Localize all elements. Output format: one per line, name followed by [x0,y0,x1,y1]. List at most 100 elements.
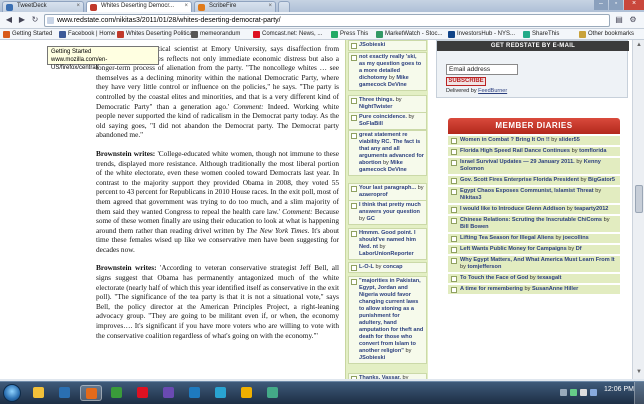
diary-title[interactable]: Florida High Speed Rail Dance Continues [460,148,570,154]
taskbar-app-icon[interactable] [210,385,232,401]
bookmark-press-this[interactable]: Press This [330,30,368,39]
diary-author[interactable]: Bill Bowen [460,224,489,230]
start-button[interactable] [3,384,21,402]
taskbar-app-icon[interactable] [106,385,128,401]
forward-arrow-icon[interactable]: ▶ [16,14,28,26]
diary-title[interactable]: Israel Survival Updates — 29 January 201… [460,159,575,165]
diary-author[interactable]: SusanAnne Hiller [532,286,578,292]
close-icon[interactable]: × [184,3,188,9]
diary-title[interactable]: Women in Combat ? Bring It On !! [460,137,550,143]
comment-item[interactable]: "majorities in Pakistan, Egypt, Jordan a… [348,276,427,364]
comment-item[interactable]: great statement re viability RC. The fac… [348,130,427,176]
show-desktop-button[interactable] [634,382,644,404]
diary-author[interactable]: tomjefferson [467,264,501,270]
diary-author[interactable]: teaparty2012 [574,206,608,212]
comment-title[interactable]: Your last paragraph... [359,185,416,191]
taskbar-app-icon[interactable] [54,385,76,401]
diary-item[interactable]: Israel Survival Updates — 29 January 201… [448,158,620,174]
comment-item[interactable]: I think that pretty much answers your qu… [348,200,427,225]
bookmark-sharethis[interactable]: ShareThis [522,30,559,39]
bookmark-comcast[interactable]: Comcast.net: News, ... [252,30,322,39]
scroll-down-icon[interactable]: ▼ [635,369,643,377]
taskbar-app-icon[interactable] [28,385,50,401]
wrench-menu-icon[interactable]: ⚙ [627,14,639,26]
address-bar[interactable]: www.redstate.com/nikitas3/2011/01/28/whi… [44,14,610,27]
page-menu-icon[interactable]: ▤ [613,14,625,26]
comment-title[interactable]: I think that pretty much answers your qu… [359,202,421,215]
bookmark-memeorandum[interactable]: memeorandum [190,30,240,39]
taskbar-app-icon[interactable] [184,385,206,401]
comment-author[interactable]: JSobieski [359,42,385,48]
bookmark-getting-started[interactable]: Getting Started [2,30,52,39]
comment-author[interactable]: LaborUnionReporter [359,251,414,257]
scroll-thumb[interactable] [635,185,643,213]
diary-item[interactable]: I would like to Introduce Glenn Addison … [448,205,620,214]
bookmark-whites-deserting[interactable]: Whites Deserting Politica... [116,30,198,39]
back-arrow-icon[interactable]: ◀ [3,14,15,26]
diary-item[interactable]: Gov. Scott Fires Enterprise Florida Pres… [448,176,620,185]
reload-icon[interactable]: ↻ [29,14,41,26]
comment-author[interactable]: concap [383,264,403,270]
comment-item[interactable]: Thanks, Vassar. by [348,373,427,379]
taskbar-app-icon[interactable] [158,385,180,401]
tray-icon[interactable] [580,389,587,396]
diary-item[interactable]: Florida High Speed Rail Dance Continues … [448,147,620,156]
diary-item[interactable]: Egypt Chaos Exposes Communist, Islamist … [448,187,620,203]
comment-author[interactable]: NightTwister [359,104,392,110]
clock[interactable]: 12:06 PM [604,386,634,393]
diary-item[interactable]: Chinese Relations: Scruting the Inscruta… [448,216,620,232]
tray-icon[interactable] [560,389,567,396]
comment-title[interactable]: "majorities in Pakistan, Egypt, Jordan a… [359,278,423,354]
diary-title[interactable]: To Touch the Face of God [460,275,528,281]
diary-author[interactable]: tomflorida [579,148,606,154]
close-icon[interactable]: × [268,3,272,9]
comment-title[interactable]: Three things. [359,97,394,103]
diary-item[interactable]: Lifting Tea Season for Illegal Aliens by… [448,234,620,243]
comment-title[interactable]: Hmmm. Good point. I should've named him … [359,230,416,250]
comment-item[interactable]: JSobieski [348,40,427,51]
vertical-scrollbar[interactable]: ▲ ▼ [632,40,644,379]
comment-item[interactable]: Your last paragraph... by azaeroprof [348,183,427,201]
comment-item[interactable]: not exactly really 'ski, as my question … [348,52,427,91]
bookmark-other[interactable]: Other bookmarks [578,30,634,39]
tab-whites-deserting[interactable]: Whites Deserting Democr... × [86,1,192,12]
diary-title[interactable]: Egypt Chaos Exposes Communist, Islamist … [460,188,594,194]
diary-item[interactable]: Left Wants Public Money for Campaigns by… [448,245,620,254]
comment-item[interactable]: L-O-L by concap [348,262,427,273]
tab-tweetdeck[interactable]: TweetDeck × [2,1,84,12]
feedburner-link[interactable]: FeedBurner [478,88,507,94]
comment-title[interactable]: L-O-L [359,264,374,270]
comment-title[interactable]: Thanks, Vassar. [359,375,401,379]
comment-author[interactable]: GC [366,216,374,222]
diary-title[interactable]: Lifting Tea Season for Illegal Aliens [460,235,554,241]
taskbar-app-icon[interactable] [262,385,284,401]
tab-scribefire[interactable]: ScribeFire × [194,1,276,12]
diary-author[interactable]: Df [576,246,582,252]
bookmark-facebook[interactable]: Facebook | Home [58,30,115,39]
bookmark-investorshub[interactable]: InvestorsHub - NYS... [447,30,515,39]
subscribe-button[interactable]: SUBSCRIBE [446,77,486,86]
new-tab-button[interactable] [278,1,290,12]
close-icon[interactable]: × [76,3,80,9]
comment-item[interactable]: Hmmm. Good point. I should've named him … [348,228,427,260]
taskbar-app-icon[interactable] [132,385,154,401]
diary-title[interactable]: I would like to Introduce Glenn Addison [460,206,565,212]
comment-author[interactable]: SoFlaBill [359,121,383,127]
diary-author[interactable]: BigGator5 [588,177,615,183]
comment-title[interactable]: Pure coincidence. [359,114,407,120]
tray-icon[interactable] [570,389,577,396]
diary-item[interactable]: A time for remembering by SusanAnne Hill… [448,285,620,294]
diary-title[interactable]: Why Egypt Matters, And What America Must… [460,257,615,263]
diary-item[interactable]: Why Egypt Matters, And What America Must… [448,256,620,272]
comment-item[interactable]: Pure coincidence. by SoFlaBill [348,112,427,130]
diary-author[interactable]: Nikitas3 [460,195,481,201]
tray-icon[interactable] [590,389,597,396]
diary-title[interactable]: Gov. Scott Fires Enterprise Florida Pres… [460,177,579,183]
comment-author[interactable]: JSobieski [359,355,385,361]
diary-author[interactable]: texasgalt [537,275,561,281]
scroll-up-icon[interactable]: ▲ [635,42,643,50]
diary-title[interactable]: Chinese Relations: Scruting the Inscruta… [460,217,602,223]
diary-item[interactable]: To Touch the Face of God by texasgalt [448,274,620,283]
diary-title[interactable]: Left Wants Public Money for Campaigns [460,246,567,252]
bookmark-marketwatch[interactable]: MarketWatch - Stoc... [375,30,442,39]
